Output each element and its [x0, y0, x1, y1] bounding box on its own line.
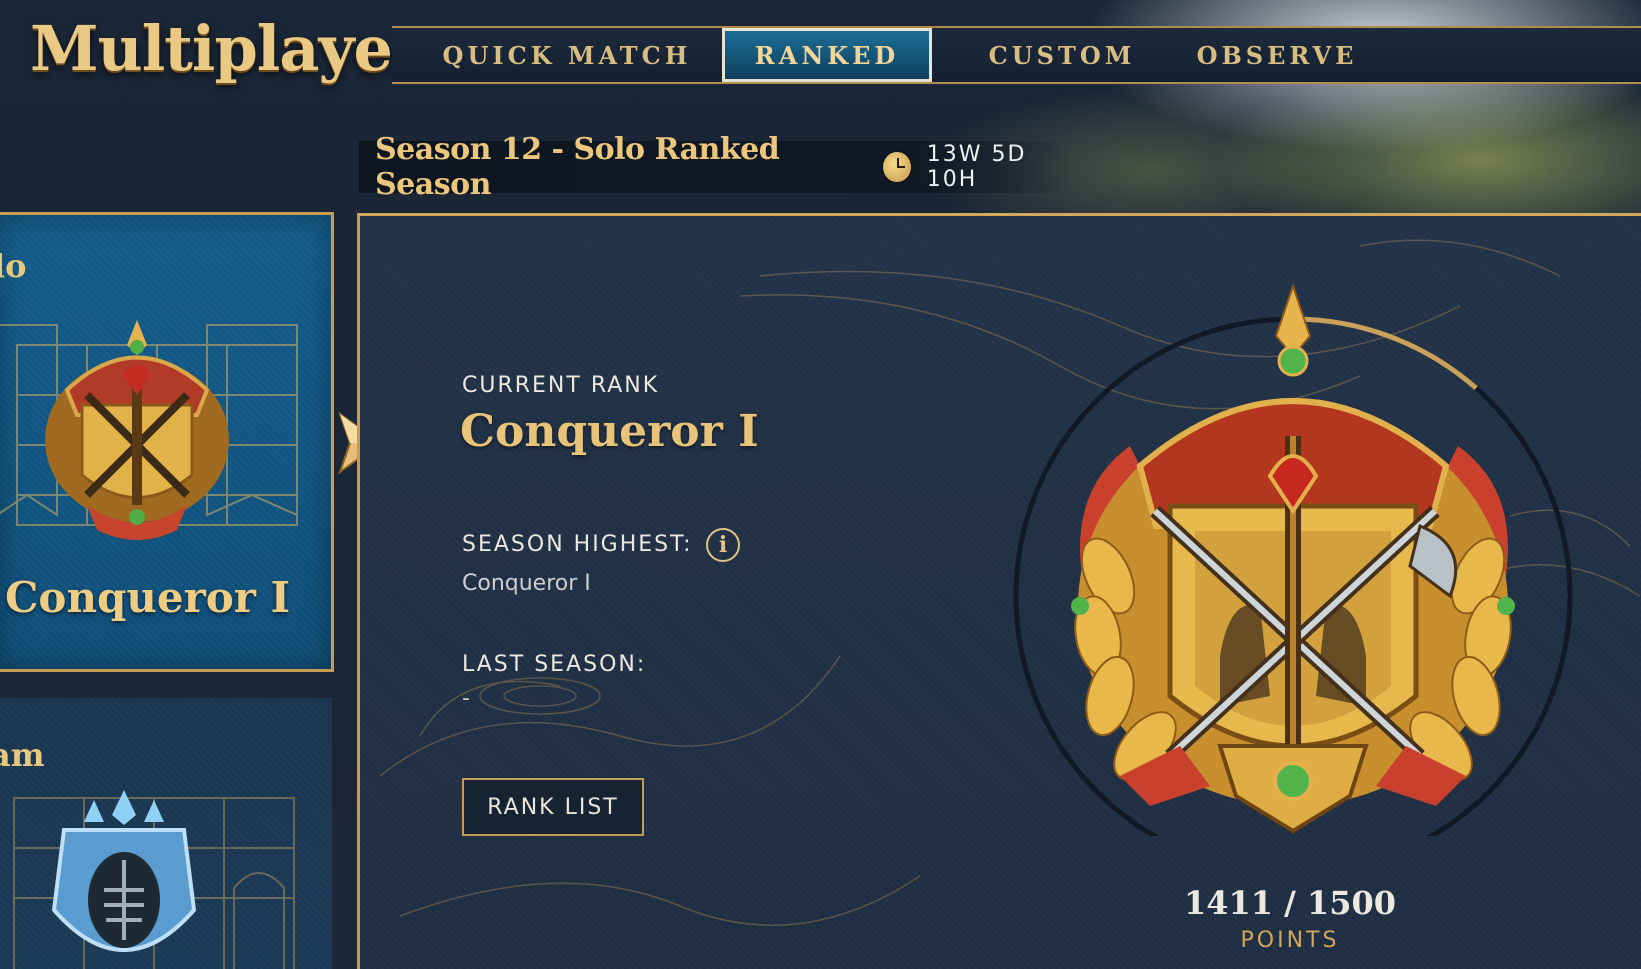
rank-emblem [1013, 282, 1573, 836]
season-highest-label: SEASON HIGHEST: [462, 532, 693, 557]
page-title: Multiplayer [30, 12, 425, 85]
last-season-value: - [462, 686, 470, 711]
solo-card-rank: Conqueror I [5, 573, 291, 622]
current-rank-label: CURRENT RANK [462, 373, 660, 398]
team-rank-card[interactable]: am [0, 698, 332, 969]
info-icon[interactable]: i [706, 528, 740, 562]
tab-quick-match[interactable]: QUICK MATCH [432, 28, 702, 82]
last-season-label: LAST SEASON: [462, 652, 647, 677]
tab-ranked[interactable]: RANKED [722, 28, 932, 82]
knight-emblem-icon [51, 790, 197, 952]
points-label: POINTS [1240, 928, 1340, 953]
mode-tabs: QUICK MATCH RANKED CUSTOM OBSERVE [392, 26, 1641, 84]
season-timer: 13W 5D 10H [926, 142, 1027, 192]
season-banner: Season 12 - Solo Ranked Season 13W 5D 10… [359, 132, 1074, 202]
rank-panel: CURRENT RANK Conqueror I SEASON HIGHEST:… [357, 213, 1641, 969]
tab-custom[interactable]: CUSTOM [952, 28, 1172, 82]
clock-icon [883, 152, 911, 182]
tab-observe[interactable]: OBSERVE [1172, 28, 1382, 82]
conqueror-emblem-small-icon [45, 320, 229, 540]
season-highest-value: Conqueror I [462, 571, 591, 596]
solo-rank-card[interactable]: lo Conqueror I [0, 212, 334, 672]
season-title: Season 12 - Solo Ranked Season [375, 132, 780, 202]
rank-list-button[interactable]: RANK LIST [462, 778, 644, 836]
current-rank-value: Conqueror I [460, 406, 759, 457]
points-value: 1411 / 1500 [1183, 884, 1397, 922]
